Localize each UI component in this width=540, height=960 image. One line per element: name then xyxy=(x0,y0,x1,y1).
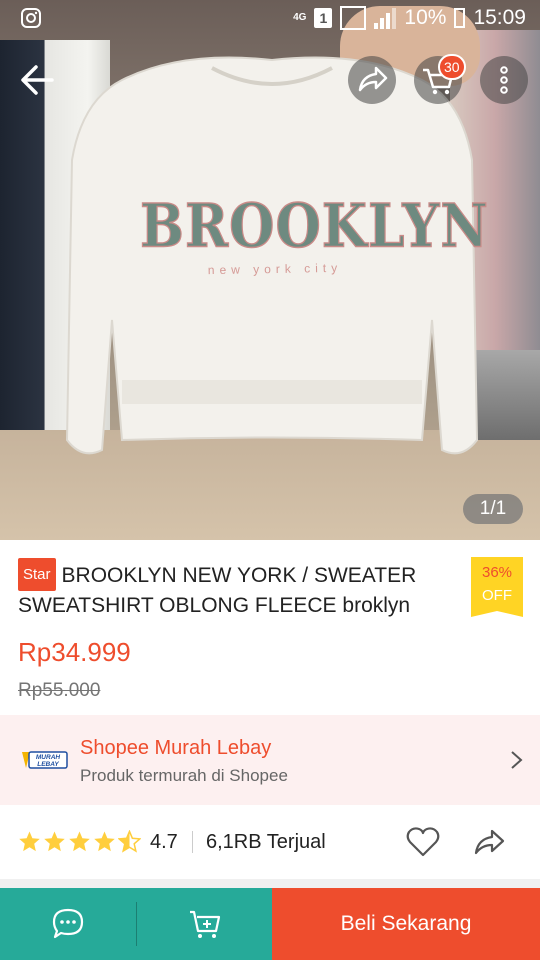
chevron-right-icon xyxy=(511,751,523,769)
star-full-icon xyxy=(94,831,115,852)
rating-value: 4.7 xyxy=(150,831,178,853)
share-icon[interactable] xyxy=(470,823,508,861)
svg-text:MURAH: MURAH xyxy=(36,754,60,761)
signal-bars-icon xyxy=(374,7,397,29)
share-icon xyxy=(358,66,388,92)
discount-off-label: OFF xyxy=(482,587,512,604)
discount-percent: 36% xyxy=(481,564,513,581)
rating-stars xyxy=(18,830,141,853)
murah-lebay-logo: MURAH LEBAY xyxy=(22,751,68,769)
rating-row: 4.7 6,1RB Terjual xyxy=(0,805,540,879)
promo-title: Shopee Murah Lebay xyxy=(80,737,272,759)
clock: 15:09 xyxy=(473,6,526,29)
product-detail-screen: BROOKLYN new york city 1/1 4G 1 10% 15:0… xyxy=(0,0,540,960)
status-right: 4G 1 10% 15:09 xyxy=(293,0,526,36)
back-arrow-icon[interactable] xyxy=(14,56,62,104)
product-title-block: Star BROOKLYN NEW YORK / SWEATER SWEATSHI… xyxy=(18,558,448,620)
cart-count-badge: 30 xyxy=(438,54,466,80)
chat-button[interactable] xyxy=(0,888,136,960)
add-to-cart-button[interactable] xyxy=(137,888,272,960)
star-full-icon xyxy=(44,831,65,852)
heart-icon[interactable] xyxy=(404,823,442,861)
status-bar: 4G 1 10% 15:09 xyxy=(0,0,540,36)
more-options-button[interactable] xyxy=(480,56,528,104)
signal-box-icon xyxy=(340,6,367,30)
product-title: BROOKLYN NEW YORK / SWEATER SWEATSHIRT O… xyxy=(18,564,417,617)
star-full-icon xyxy=(69,831,90,852)
star-half-icon xyxy=(118,830,141,853)
discount-badge: 36% OFF xyxy=(471,557,523,617)
promo-banner[interactable]: MURAH LEBAY Shopee Murah Lebay Produk te… xyxy=(0,715,540,805)
svg-text:LEBAY: LEBAY xyxy=(37,761,59,768)
sweater-print-main: BROOKLYN xyxy=(139,191,489,263)
original-price: Rp55.000 xyxy=(18,680,101,701)
image-counter: 1/1 xyxy=(463,494,523,524)
share-button[interactable] xyxy=(348,56,396,104)
add-cart-icon xyxy=(189,910,220,938)
sold-count: 6,1RB Terjual xyxy=(206,831,326,853)
bottom-divider xyxy=(136,888,137,960)
network-type: 4G xyxy=(293,12,307,23)
more-vert-icon xyxy=(500,66,508,94)
chat-icon xyxy=(52,908,84,939)
sim-indicator: 1 xyxy=(314,8,333,28)
product-info-section: Star BROOKLYN NEW YORK / SWEATER SWEATSHI… xyxy=(0,540,540,715)
battery-percent: 10% xyxy=(404,6,447,29)
instagram-icon xyxy=(21,8,41,28)
buy-now-button[interactable]: Beli Sekarang xyxy=(272,888,540,960)
battery-icon xyxy=(454,8,466,28)
star-full-icon xyxy=(19,831,40,852)
rating-divider xyxy=(192,831,193,853)
promo-subtitle: Produk termurah di Shopee xyxy=(80,766,288,785)
product-price: Rp34.999 xyxy=(18,637,131,667)
bottom-action-bar: Beli Sekarang xyxy=(0,888,540,960)
star-seller-badge: Star xyxy=(18,558,56,591)
